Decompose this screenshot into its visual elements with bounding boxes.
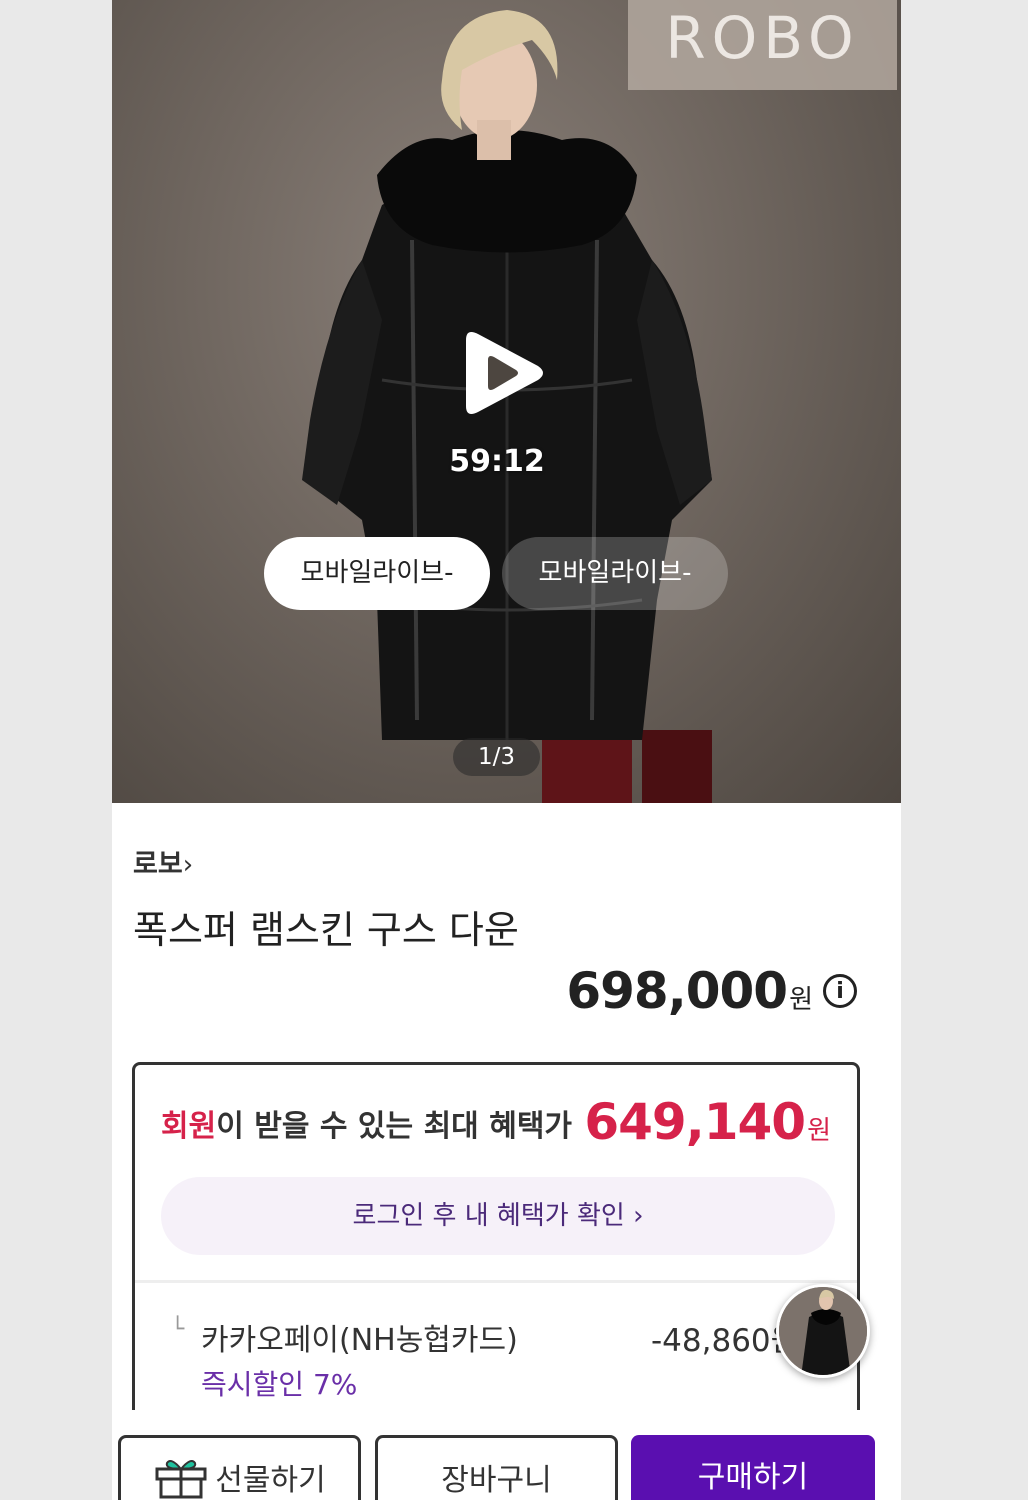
chevron-right-icon: ›: [182, 850, 194, 880]
divider: [135, 1280, 857, 1283]
live-chip-2[interactable]: 모바일라이브-: [502, 537, 728, 610]
branch-icon: └: [171, 1317, 185, 1342]
brand-watermark: ROBO: [665, 4, 860, 72]
gift-icon: [155, 1459, 207, 1498]
floating-video-thumbnail[interactable]: [776, 1284, 870, 1378]
video-duration: 59:12: [449, 444, 545, 479]
brand-link[interactable]: 로보›: [133, 842, 193, 881]
benefit-price: 649,140 원: [584, 1093, 831, 1151]
gift-label: 선물하기: [215, 1463, 326, 1498]
bottom-action-bar: 선물하기 장바구니 구매하기: [112, 1410, 901, 1500]
gift-button[interactable]: 선물하기: [118, 1435, 361, 1500]
login-benefit-button[interactable]: 로그인 후 내 혜택가 확인 ›: [161, 1177, 835, 1255]
live-chip-1[interactable]: 모바일라이브-: [264, 537, 490, 610]
info-icon[interactable]: i: [823, 974, 857, 1008]
price-row: 698,000 원 i: [566, 962, 857, 1020]
benefit-heading-text: 이 받을 수 있는 최대 혜택가: [216, 1109, 573, 1144]
product-price: 698,000: [566, 962, 788, 1020]
login-benefit-label: 로그인 후 내 혜택가 확인: [352, 1201, 625, 1231]
chevron-right-icon: ›: [633, 1201, 644, 1231]
product-title: 폭스퍼 램스킨 구스 다운: [133, 908, 519, 952]
benefit-heading-accent: 회원: [161, 1109, 217, 1144]
benefit-price-value: 649,140: [584, 1093, 806, 1151]
play-icon[interactable]: [458, 326, 546, 420]
image-pager: 1/3: [453, 738, 540, 776]
brand-name: 로보: [133, 849, 183, 880]
benefit-price-unit: 원: [807, 1116, 831, 1146]
buy-button[interactable]: 구매하기: [631, 1435, 875, 1500]
product-hero-media[interactable]: ROBO 59:12 모바일라이브- 모바일라이브- 1/3: [112, 0, 901, 803]
benefit-heading: 회원이 받을 수 있는 최대 혜택가: [161, 1101, 572, 1145]
product-detail-screen: ROBO 59:12 모바일라이브- 모바일라이브- 1/3 로보› 폭스퍼 램…: [112, 0, 901, 1500]
discount-subtext: 즉시할인 7%: [201, 1368, 358, 1401]
discount-label: 카카오페이(NH농협카드): [201, 1323, 518, 1358]
price-unit: 원: [789, 985, 813, 1015]
cart-button[interactable]: 장바구니: [375, 1435, 618, 1500]
